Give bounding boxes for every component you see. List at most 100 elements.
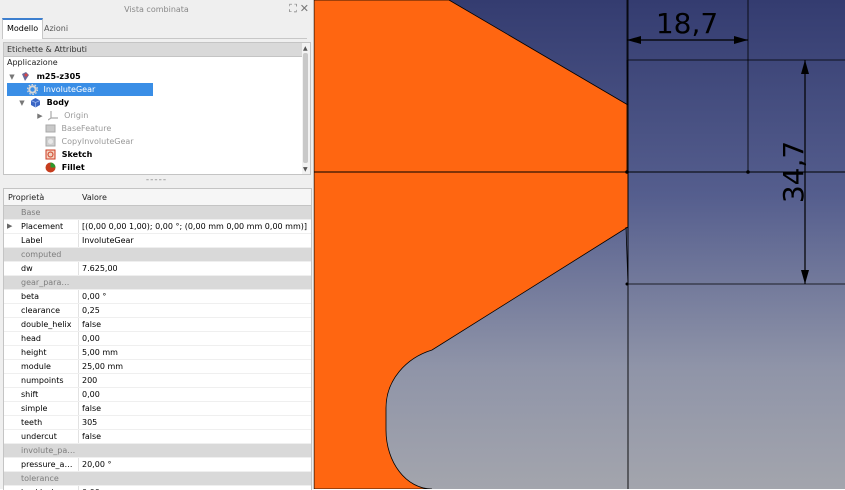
tree-item-document[interactable]: ▼ m25-z305	[7, 70, 303, 83]
property-group-label: gear_parameter	[21, 278, 76, 287]
property-row[interactable]: shift 0,00	[4, 388, 311, 402]
dimension-arrow-right	[734, 36, 748, 44]
property-value[interactable]: 20,00 °	[78, 458, 311, 471]
property-row[interactable]: teeth 305	[4, 416, 311, 430]
scroll-up-icon[interactable]: ▲	[303, 45, 308, 52]
property-value[interactable]: 5,00 mm	[78, 346, 311, 359]
tree-item-label: Sketch	[61, 150, 93, 159]
vertex-point[interactable]	[625, 170, 629, 174]
tree-item-label: Body	[46, 98, 70, 107]
property-group-header[interactable]: Base	[4, 206, 311, 220]
property-group-label: computed	[21, 250, 62, 259]
float-panel-icon[interactable]: ⛶	[289, 2, 297, 15]
property-row[interactable]: backlash0,00 mm	[4, 486, 311, 490]
property-value[interactable]: 0,25	[78, 304, 311, 317]
property-value[interactable]: 0,00	[78, 332, 311, 345]
property-header: Proprietà Valore	[4, 189, 311, 206]
tree-item-basefeature[interactable]: BaseFeature	[45, 122, 303, 135]
copy-gear-icon	[45, 136, 56, 147]
document-icon	[20, 71, 31, 82]
expand-arrow-icon[interactable]: ▶	[7, 220, 12, 233]
property-value[interactable]: 7.625,00	[78, 262, 311, 275]
property-name: teeth	[21, 418, 43, 427]
property-name: clearance	[21, 306, 61, 315]
property-value[interactable]: 0,00	[78, 388, 311, 401]
3d-viewport[interactable]: 18,7 34,7	[314, 0, 845, 489]
property-value[interactable]: false	[78, 402, 311, 415]
property-row[interactable]: pressure_an... 20,00 °	[4, 458, 311, 472]
property-row[interactable]: dw 7.625,00	[4, 262, 311, 276]
property-group-header[interactable]: tolerance	[4, 472, 311, 486]
property-group-header[interactable]: gear_parameter	[4, 276, 311, 290]
property-name: beta	[21, 292, 40, 301]
property-row[interactable]: numpoints 200	[4, 374, 311, 388]
property-group-label: Base	[21, 208, 41, 217]
tree-scrollbar[interactable]: ▲ ▼	[302, 43, 310, 174]
property-value[interactable]: [(0,00 0,00 1,00); 0,00 °; (0,00 mm 0,00…	[78, 220, 311, 233]
property-value[interactable]: InvoluteGear	[78, 234, 311, 247]
close-panel-icon[interactable]: ✕	[300, 2, 309, 15]
property-row[interactable]: head 0,00	[4, 332, 311, 346]
property-value[interactable]: 200	[78, 374, 311, 387]
property-group-header[interactable]: computed	[4, 248, 311, 262]
property-row[interactable]: clearance 0,25	[4, 304, 311, 318]
property-group-label: tolerance	[21, 474, 59, 483]
tree-item-sketch[interactable]: Sketch	[45, 148, 303, 161]
property-name: head	[21, 334, 41, 343]
expand-arrow-icon[interactable]: ▶	[35, 110, 45, 123]
property-row[interactable]: undercut false	[4, 430, 311, 444]
property-value[interactable]: false	[78, 430, 311, 443]
property-name: pressure_an...	[21, 460, 76, 469]
base-feature-icon	[45, 123, 56, 134]
tree-item-label: CopyInvoluteGear	[61, 137, 134, 146]
tree-item-label: Fillet	[61, 163, 85, 172]
tree-item-origin[interactable]: ▶ Origin	[35, 109, 303, 122]
dimension-label-horizontal[interactable]: 18,7	[656, 7, 718, 40]
tree-item-involutegear[interactable]: InvoluteGear	[7, 83, 153, 96]
property-name: module	[21, 362, 51, 371]
property-name: backlash	[21, 486, 76, 490]
collapse-arrow-icon[interactable]: ▼	[17, 97, 27, 110]
tab-modello[interactable]: Modello	[2, 18, 44, 39]
property-value[interactable]: 0,00 mm	[78, 486, 311, 490]
dimension-label-vertical[interactable]: 34,7	[777, 141, 810, 203]
tree-root-label: Applicazione	[7, 58, 58, 67]
property-row[interactable]: module 25,00 mm	[4, 360, 311, 374]
property-group-label: involute_parameter	[21, 446, 76, 455]
property-row[interactable]: beta 0,00 °	[4, 290, 311, 304]
tab-azioni[interactable]: Azioni	[40, 18, 72, 37]
property-name: numpoints	[21, 376, 64, 385]
property-row[interactable]: Label InvoluteGear	[4, 234, 311, 248]
vertex-point[interactable]	[625, 282, 629, 286]
property-row[interactable]: ▶ Placement [(0,00 0,00 1,00); 0,00 °; (0,…	[4, 220, 311, 234]
property-value[interactable]: false	[78, 318, 311, 331]
property-name: Label	[21, 236, 43, 245]
column-header-property[interactable]: Proprietà	[8, 193, 44, 202]
property-name: undercut	[21, 432, 57, 441]
gear-icon	[26, 83, 39, 96]
dimension-arrow-bottom	[801, 270, 809, 284]
viewport-canvas: 18,7 34,7	[314, 0, 845, 489]
panel-splitter[interactable]: -----	[0, 176, 313, 185]
property-name: shift	[21, 390, 39, 399]
tree-item-copyinvolutegear[interactable]: CopyInvoluteGear	[45, 135, 303, 148]
panel-title: Vista combinata	[124, 5, 189, 14]
property-value[interactable]: 0,00 °	[78, 290, 311, 303]
tree-item-fillet[interactable]: Fillet	[45, 161, 303, 174]
property-editor: Proprietà Valore Base ▶ Placement [(0,00 0,…	[3, 188, 312, 490]
scroll-down-icon[interactable]: ▼	[303, 166, 308, 173]
property-value[interactable]: 305	[78, 416, 311, 429]
fillet-icon	[45, 162, 56, 173]
property-name: dw	[21, 264, 33, 273]
scrollbar-thumb[interactable]	[303, 53, 308, 163]
gear-tooth-shape[interactable]	[314, 0, 629, 489]
property-row[interactable]: height 5,00 mm	[4, 346, 311, 360]
column-header-value[interactable]: Valore	[82, 193, 107, 202]
property-row[interactable]: simple false	[4, 402, 311, 416]
tree-item-label: Origin	[64, 111, 89, 120]
property-row[interactable]: double_helix false	[4, 318, 311, 332]
property-group-header[interactable]: involute_parameter	[4, 444, 311, 458]
tree-item-body[interactable]: ▼ Body	[17, 96, 303, 109]
property-value[interactable]: 25,00 mm	[78, 360, 311, 373]
vertex-point[interactable]	[746, 170, 750, 174]
